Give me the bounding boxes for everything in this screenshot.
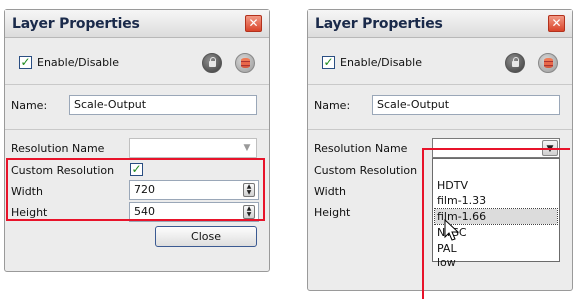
resolution-dropdown-list[interactable]: HDTV film-1.33 film-1.66 NTSC PAL low (432, 158, 560, 269)
separator (308, 84, 572, 85)
custom-resolution-label: Custom Resolution (314, 164, 418, 177)
highlight-box-left (422, 148, 424, 299)
resolution-name-select[interactable]: ▼ (129, 138, 257, 158)
lock-icon[interactable] (505, 53, 525, 73)
database-icon[interactable] (235, 53, 255, 73)
mouse-pointer-icon (444, 219, 460, 241)
lock-icon[interactable] (202, 53, 222, 73)
name-label: Name: (314, 99, 351, 112)
enable-disable-label: Enable/Disable (37, 56, 119, 69)
enable-disable-checkbox[interactable]: ✓ (322, 56, 335, 69)
separator (308, 129, 572, 130)
width-label: Width (314, 185, 346, 198)
name-field[interactable]: Scale-Output (69, 95, 257, 115)
panel-title: Layer Properties (12, 16, 140, 32)
dropdown-option-low[interactable]: low (435, 255, 557, 270)
title-bar[interactable]: Layer Properties ✕ (5, 10, 269, 38)
separator (5, 129, 269, 130)
close-button[interactable]: Close (155, 226, 257, 247)
layer-properties-panel-right: Layer Properties ✕ ✓ Enable/Disable Name… (307, 9, 573, 291)
close-window-icon[interactable]: ✕ (245, 15, 262, 32)
panel-title: Layer Properties (315, 16, 443, 32)
chevron-down-icon[interactable]: ▼ (239, 140, 255, 156)
name-field[interactable]: Scale-Output (372, 95, 560, 115)
dropdown-option-pal[interactable]: PAL (435, 241, 557, 256)
resolution-name-label: Resolution Name (314, 142, 408, 155)
highlight-box (6, 158, 265, 221)
close-window-icon[interactable]: ✕ (548, 15, 565, 32)
height-label: Height (314, 206, 351, 219)
highlight-box-top (422, 148, 570, 150)
enable-disable-label: Enable/Disable (340, 56, 422, 69)
title-bar[interactable]: Layer Properties ✕ (308, 10, 572, 38)
layer-properties-panel-left: Layer Properties ✕ ✓ Enable/Disable Name… (4, 9, 270, 272)
enable-disable-checkbox[interactable]: ✓ (19, 56, 32, 69)
dropdown-option-hdtv[interactable]: HDTV (435, 178, 557, 193)
separator (5, 84, 269, 85)
resolution-name-label: Resolution Name (11, 142, 105, 155)
dropdown-option-film-133[interactable]: film-1.33 (435, 193, 557, 208)
database-icon[interactable] (538, 53, 558, 73)
name-label: Name: (11, 99, 48, 112)
